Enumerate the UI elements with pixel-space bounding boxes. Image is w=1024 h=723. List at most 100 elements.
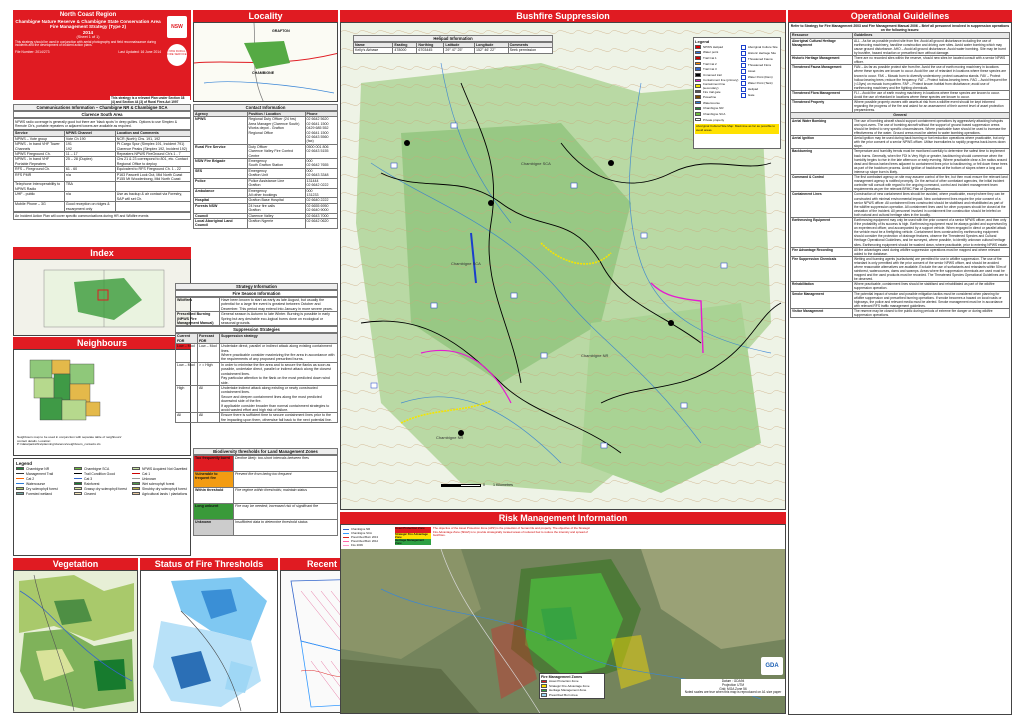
guideline-resource: Containment Lines [790, 191, 853, 218]
legend-label: Historic Heritage Site [747, 51, 777, 55]
legend-label: Rainforest [84, 481, 100, 486]
line-swatch-icon [343, 544, 349, 546]
place-chambigne: CHAMBIGNE [252, 71, 275, 75]
helipad-title: Helipad Information [353, 35, 553, 42]
region-title: North Coast Region [59, 12, 117, 18]
fire-season-row: Prescribed Burning (NPWS Fire Management… [175, 311, 338, 327]
legend-swatch-icon [695, 50, 701, 55]
comms-cell: n/a [63, 191, 116, 203]
legend-label: Cat 1 [142, 471, 151, 476]
vegetation-map [13, 570, 138, 713]
fire-season-grid: Wildfires Have been known to start as ear… [175, 296, 338, 327]
fill-swatch-icon [74, 491, 82, 496]
helipad-cell: 152° 46' 22" [473, 47, 509, 54]
map-label-nr-1: Chambigne NR [581, 353, 609, 358]
guideline-text: Construction of new containment lines sh… [852, 191, 1010, 218]
fire-season-title: Fire Season Information [175, 290, 338, 297]
comms-table: Communications Information – Chambigne N… [13, 104, 191, 246]
contact-cell: Grafton Ngerrie [246, 217, 306, 229]
contact-agency: Rural Fire Service [193, 143, 248, 160]
bushfire-legend-item: Private property [695, 117, 739, 123]
guideline-resource: Rehabilitation [790, 281, 853, 292]
threshold-row: Unknown Insufficient data to determine th… [193, 519, 338, 536]
threshold-panel: Biodiversity thresholds for Land Managem… [193, 448, 338, 556]
map-symbol-icon [740, 86, 746, 92]
contact-cell: Duty Officer Clarence Valley Fire Contro… [246, 143, 306, 160]
contact-cell: Emergency All other bookings [246, 187, 306, 199]
threshold-status: Too frequently burnt [193, 455, 234, 472]
suppression-row: Low – Mod Low – Mod Undertake direct, para… [175, 343, 338, 363]
guidelines-title: Operational Guidelines [788, 10, 1012, 22]
suppression-cell: Undertake direct, parallel or indirect a… [219, 343, 338, 363]
fill-swatch-icon [541, 688, 547, 693]
legend-swatch-icon [695, 106, 701, 111]
guideline-text: Earthmoving equipment may only be used w… [852, 216, 1010, 248]
suppression-cell: All [197, 412, 220, 424]
suppression-cell: In order to minimise the fire area and t… [219, 361, 338, 386]
risk-map-legend: Fire Management Zones Asset Protection Z… [539, 673, 605, 700]
legend-label: Trail Cat 3 [703, 67, 717, 72]
legend-label: Chambigne NR [26, 466, 50, 471]
legend-label: Threatened Flora [747, 63, 771, 67]
status-title: Status of Fire Thresholds [140, 558, 278, 570]
comms-cell: NPWS - In band VHF Tower Channels [13, 141, 65, 153]
comms-row: UHF - public n/a Use as backup & air conta… [13, 191, 191, 203]
comms-cell: Equivalent to RFS Fireground Ch. 1 - 22 [114, 166, 191, 173]
risk-legend-item: Prescribed Burn Area [541, 693, 603, 698]
comms-subtitle: Clarence South Area [13, 111, 191, 118]
guideline-resource: Earthmoving Equipment [790, 216, 853, 248]
fill-swatch-icon [74, 481, 82, 486]
map-symbol-icon [740, 68, 746, 74]
guidelines-grid: Resource Guidelines Aboriginal Cultural … [790, 32, 1010, 319]
guidelines-panel: Refer to Strategy for Fire Management 20… [788, 22, 1012, 715]
legend-label: Forested wetland [26, 491, 53, 496]
contact-cell: 131444 02 6642 0222 [304, 177, 338, 189]
file-number: File Number: 2014/273 [15, 50, 50, 55]
comms-cell [114, 181, 191, 193]
legend-label: Threatened Fauna [747, 57, 773, 61]
legend-label: Strategic Fire Advantage Zone [549, 683, 590, 688]
guideline-row: Aboriginal Cultural Heritage Management A… [790, 37, 1010, 57]
legend-label: Trail Condition Good [84, 471, 115, 476]
fill-swatch-icon [132, 486, 140, 491]
contact-agency: SES [193, 167, 248, 179]
line-swatch-icon [16, 478, 24, 479]
zones-table: Asset Protection Zone Strategic Fire Adva… [395, 526, 595, 545]
contact-agency: Police [193, 177, 248, 189]
line-swatch-icon [132, 473, 140, 474]
bushfire-map: Helipad Information Name Easting Northing L… [340, 22, 786, 510]
last-updated: Last Updated: 16 June 2014 [118, 50, 161, 55]
fire-season-label: Prescribed Burning (NPWS Fire Management… [175, 311, 220, 327]
scale-note: Noted scales are true when this map is r… [684, 690, 782, 695]
fill-swatch-icon [132, 491, 140, 496]
comms-row: Mobile Phone – 3G Good reception on ridge… [13, 201, 191, 212]
neighbours-title: Neighbours [13, 337, 191, 349]
zones-note: The objective of the Asset Protection Zo… [433, 526, 591, 537]
neighbours-parcels [29, 359, 101, 421]
guideline-row: Smoke Management The potential impact of … [790, 290, 1010, 309]
contact-cell: Regional Duty Officer (24 hrs) Area Mana… [246, 116, 306, 145]
threshold-status: Long unburnt [193, 503, 234, 520]
fill-swatch-icon [74, 486, 82, 491]
comms-title: Communications Information – Chambigne N… [13, 104, 191, 111]
comms-cell: NPWS - In band VHF Portable Repeaters [13, 156, 65, 168]
comms-cell: Use as backup & air contact via Forestry… [114, 191, 191, 203]
guideline-text: The use of bombing aircraft should suppo… [852, 117, 1010, 137]
guideline-row: Aerial Water Bombing The use of bombing a… [790, 117, 1010, 137]
contact-cell: 000 02 6643 3348 [304, 167, 338, 179]
line-swatch-icon [74, 473, 82, 474]
comms-row: RFS PMR n/a P163 Fawcett Look Out, Mid Nor… [13, 171, 191, 183]
fill-swatch-icon [132, 481, 140, 486]
suppression-cell: All [197, 384, 220, 414]
index-map [13, 259, 191, 336]
risk-map: Fire Management Zones Asset Protection Z… [341, 549, 785, 713]
fire-season-text: Have been known to start as early as lat… [219, 296, 338, 313]
map-symbol-icon [740, 44, 746, 50]
comms-cell: RFS PMR [13, 171, 65, 183]
comms-note: NPWS radio coverage is generally good bu… [13, 118, 191, 131]
scale-text: 0 1 Kilometres [483, 483, 513, 487]
legend-label: Prescribed Burn Area [549, 693, 578, 698]
suppression-row: Low – Mod > = High In order to minimise th… [175, 361, 338, 386]
bushfire-title: Bushfire Suppression [340, 10, 786, 22]
legend-swatch-icon [695, 73, 701, 77]
